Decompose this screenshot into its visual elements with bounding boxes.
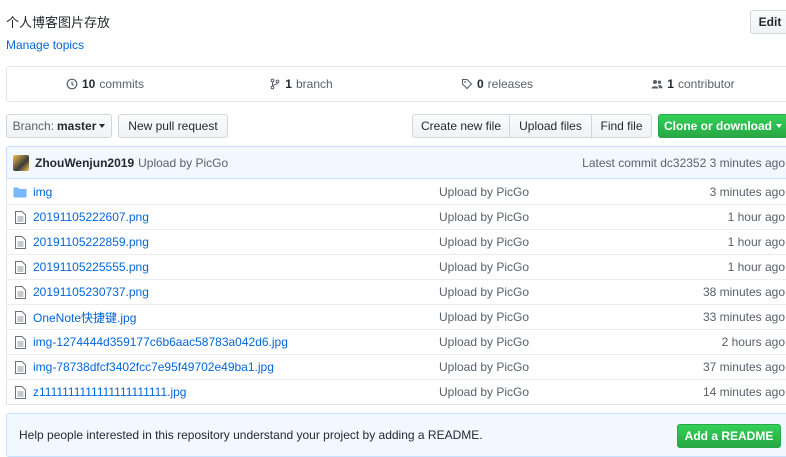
file-icon — [13, 260, 27, 274]
folder-icon — [13, 185, 27, 199]
new-pull-request-button[interactable]: New pull request — [118, 114, 228, 138]
file-age: 37 minutes ago — [702, 360, 785, 374]
people-icon — [651, 80, 663, 89]
readme-prompt: Help people interested in this repositor… — [6, 413, 786, 457]
tag-icon — [461, 78, 473, 90]
file-commit-message[interactable]: Upload by PicGo — [433, 185, 645, 199]
branch-count: 1 — [285, 77, 292, 91]
commits-label: commits — [99, 77, 145, 91]
branch-name: master — [57, 119, 97, 133]
contributors-count-link[interactable]: 1 contributor — [595, 67, 786, 101]
file-commit-message[interactable]: Upload by PicGo — [433, 310, 645, 324]
readme-prompt-text: Help people interested in this repositor… — [19, 428, 483, 442]
file-list: img Upload by PicGo 3 minutes ago 201911052… — [6, 179, 786, 405]
file-age: 1 hour ago — [727, 235, 785, 249]
file-row[interactable]: 20191105230737.png Upload by PicGo 38 minu… — [7, 279, 786, 304]
file-age: 33 minutes ago — [702, 310, 785, 324]
contributors-label: contributor — [677, 77, 735, 91]
file-icon — [13, 210, 27, 224]
file-row[interactable]: 20191105222607.png Upload by PicGo 1 hour … — [7, 204, 786, 229]
commit-sha-link[interactable]: dc32352 — [660, 156, 706, 170]
file-name-link[interactable]: OneNote快捷键.jpg — [33, 309, 433, 326]
file-age: 14 minutes ago — [702, 385, 785, 399]
file-row[interactable]: 20191105222859.png Upload by PicGo 1 hour … — [7, 229, 786, 254]
file-age: 1 hour ago — [727, 210, 785, 224]
releases-count-link[interactable]: 0 releases — [399, 67, 595, 101]
caret-down-icon — [99, 124, 106, 128]
history-icon — [66, 78, 78, 90]
latest-commit-info: Latest commit dc32352 3 minutes ago — [582, 156, 785, 170]
file-row[interactable]: OneNote快捷键.jpg Upload by PicGo 33 minutes … — [7, 304, 786, 329]
file-icon — [13, 310, 27, 324]
file-commit-message[interactable]: Upload by PicGo — [433, 235, 645, 249]
file-row[interactable]: z1111111111111111111111.jpg Upload by Pic… — [7, 379, 786, 404]
file-name-link[interactable]: img-1274444d359177c6b6aac58783a042d6.jpg — [33, 335, 433, 349]
releases-label: releases — [487, 77, 534, 91]
commit-author-link[interactable]: ZhouWenjun2019 — [35, 156, 134, 170]
commits-count: 10 — [81, 77, 96, 91]
file-commit-message[interactable]: Upload by PicGo — [433, 285, 645, 299]
commits-count-link[interactable]: 10 commits — [7, 67, 203, 101]
releases-count: 0 — [476, 77, 484, 91]
upload-files-button[interactable]: Upload files — [509, 114, 592, 138]
branches-count-link[interactable]: 1 branch — [203, 67, 399, 101]
file-row[interactable]: 20191105225555.png Upload by PicGo 1 hour … — [7, 254, 786, 279]
file-name-link[interactable]: 20191105230737.png — [33, 285, 433, 299]
avatar[interactable] — [13, 154, 29, 171]
file-commit-message[interactable]: Upload by PicGo — [433, 385, 645, 399]
repo-numbers-summary: 10 commits 1 branch 0 releases 1 contrib… — [6, 66, 786, 102]
file-commit-message[interactable]: Upload by PicGo — [433, 210, 645, 224]
clone-label: Clone or download — [664, 119, 772, 133]
contributors-count: 1 — [667, 77, 674, 91]
file-commit-message[interactable]: Upload by PicGo — [433, 360, 645, 374]
file-name-link[interactable]: 20191105222607.png — [33, 210, 433, 224]
branch-icon — [270, 78, 280, 90]
file-icon — [13, 385, 27, 399]
add-readme-button[interactable]: Add a README — [677, 424, 781, 448]
file-name-link[interactable]: img-78738dfcf3402fcc7e95f49702e49ba1.jpg — [33, 360, 433, 374]
find-file-button[interactable]: Find file — [591, 114, 652, 138]
file-icon — [13, 235, 27, 249]
file-row[interactable]: img-1274444d359177c6b6aac58783a042d6.jpg… — [7, 329, 786, 354]
branch-prefix: Branch: — [12, 119, 54, 133]
caret-down-icon — [776, 124, 782, 128]
file-age: 3 minutes ago — [709, 184, 785, 199]
file-age: 2 hours ago — [721, 335, 785, 349]
repo-description: 个人博客图片存放 — [6, 15, 111, 30]
file-row[interactable]: img-78738dfcf3402fcc7e95f49702e49ba1.jpg… — [7, 354, 786, 379]
create-new-file-button[interactable]: Create new file — [412, 114, 510, 138]
clone-download-button[interactable]: Clone or download — [658, 114, 786, 138]
file-age: 1 hour ago — [727, 260, 785, 274]
file-name-link[interactable]: img — [33, 185, 433, 199]
file-name-link[interactable]: 20191105222859.png — [33, 235, 433, 249]
file-name-link[interactable]: 20191105225555.png — [33, 260, 433, 274]
commit-message[interactable]: Upload by PicGo — [138, 156, 228, 170]
file-icon — [13, 285, 27, 299]
branch-select-button[interactable]: Branch: master — [6, 114, 112, 138]
edit-description-button[interactable]: Edit — [750, 10, 786, 34]
file-icon — [13, 360, 27, 374]
file-commit-message[interactable]: Upload by PicGo — [433, 335, 645, 349]
branch-label: branch — [295, 77, 333, 91]
manage-topics-link[interactable]: Manage topics — [6, 38, 84, 52]
latest-commit-prefix: Latest commit — [582, 155, 657, 170]
file-age: 38 minutes ago — [702, 285, 785, 299]
latest-commit-bar: ZhouWenjun2019 Upload by PicGo Latest co… — [6, 146, 786, 179]
file-commit-message[interactable]: Upload by PicGo — [433, 260, 645, 274]
file-row[interactable]: img Upload by PicGo 3 minutes ago — [7, 179, 786, 204]
commit-age: 3 minutes ago — [709, 155, 785, 170]
file-name-link[interactable]: z1111111111111111111111.jpg — [33, 385, 433, 399]
file-icon — [13, 335, 27, 349]
